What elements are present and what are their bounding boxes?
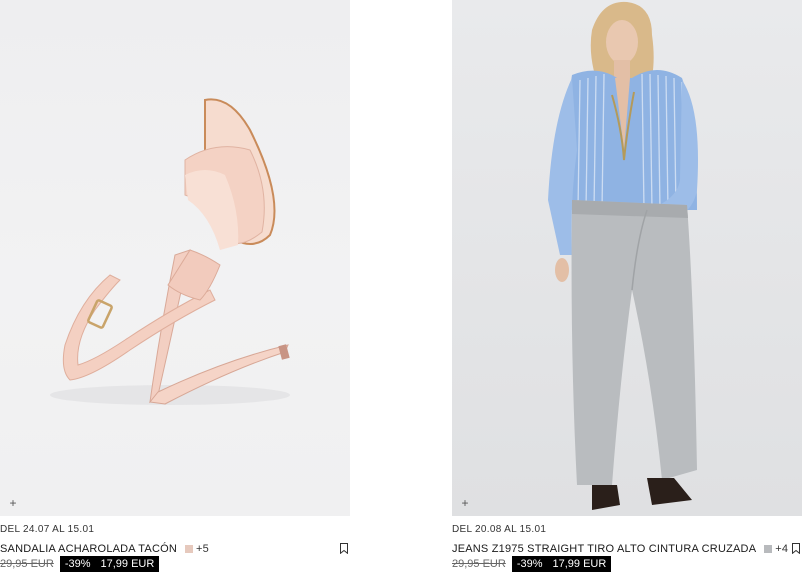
sale-price: 17,99 EUR [100,558,155,570]
add-to-cart-button[interactable]: + [458,496,472,510]
sandal-illustration [50,98,290,405]
product-name-row: JEANS Z1975 STRAIGHT TIRO ALTO CINTURA C… [452,542,804,556]
more-colors-count[interactable]: +4 [775,543,788,555]
product-image[interactable]: + [452,0,802,516]
original-price: 29,95 EUR [0,558,54,570]
availability-date: DEL 20.08 AL 15.01 [452,524,547,535]
add-to-cart-button[interactable]: + [6,496,20,510]
bookmark-icon[interactable] [340,543,348,554]
product-name[interactable]: JEANS Z1975 STRAIGHT TIRO ALTO CINTURA C… [452,543,756,555]
price-row: 29,95 EUR -39% 17,99 EUR [0,556,352,572]
sale-price-badge: -39% 17,99 EUR [59,556,160,572]
original-price: 29,95 EUR [452,558,506,570]
product-name[interactable]: SANDALIA ACHAROLADA TACÓN [0,543,177,555]
price-row: 29,95 EUR -39% 17,99 EUR [452,556,804,572]
bookmark-icon[interactable] [792,543,800,554]
more-colors-count[interactable]: +5 [196,543,209,555]
availability-date: DEL 24.07 AL 15.01 [0,524,95,535]
product-card[interactable]: + DEL 24.07 AL 15.01 SANDALIA ACHAROLADA… [0,0,352,572]
product-card[interactable]: + DEL 20.08 AL 15.01 JEANS Z1975 STRAIGH… [452,0,804,572]
sale-price: 17,99 EUR [552,558,607,570]
discount-percent: -39% [64,558,91,570]
color-swatch[interactable] [184,545,193,553]
color-swatch[interactable] [764,545,773,553]
product-name-row: SANDALIA ACHAROLADA TACÓN +5 [0,542,352,556]
discount-percent: -39% [516,558,543,570]
product-image[interactable]: + [0,0,350,516]
sale-price-badge: -39% 17,99 EUR [511,556,612,572]
model-illustration [548,1,698,510]
